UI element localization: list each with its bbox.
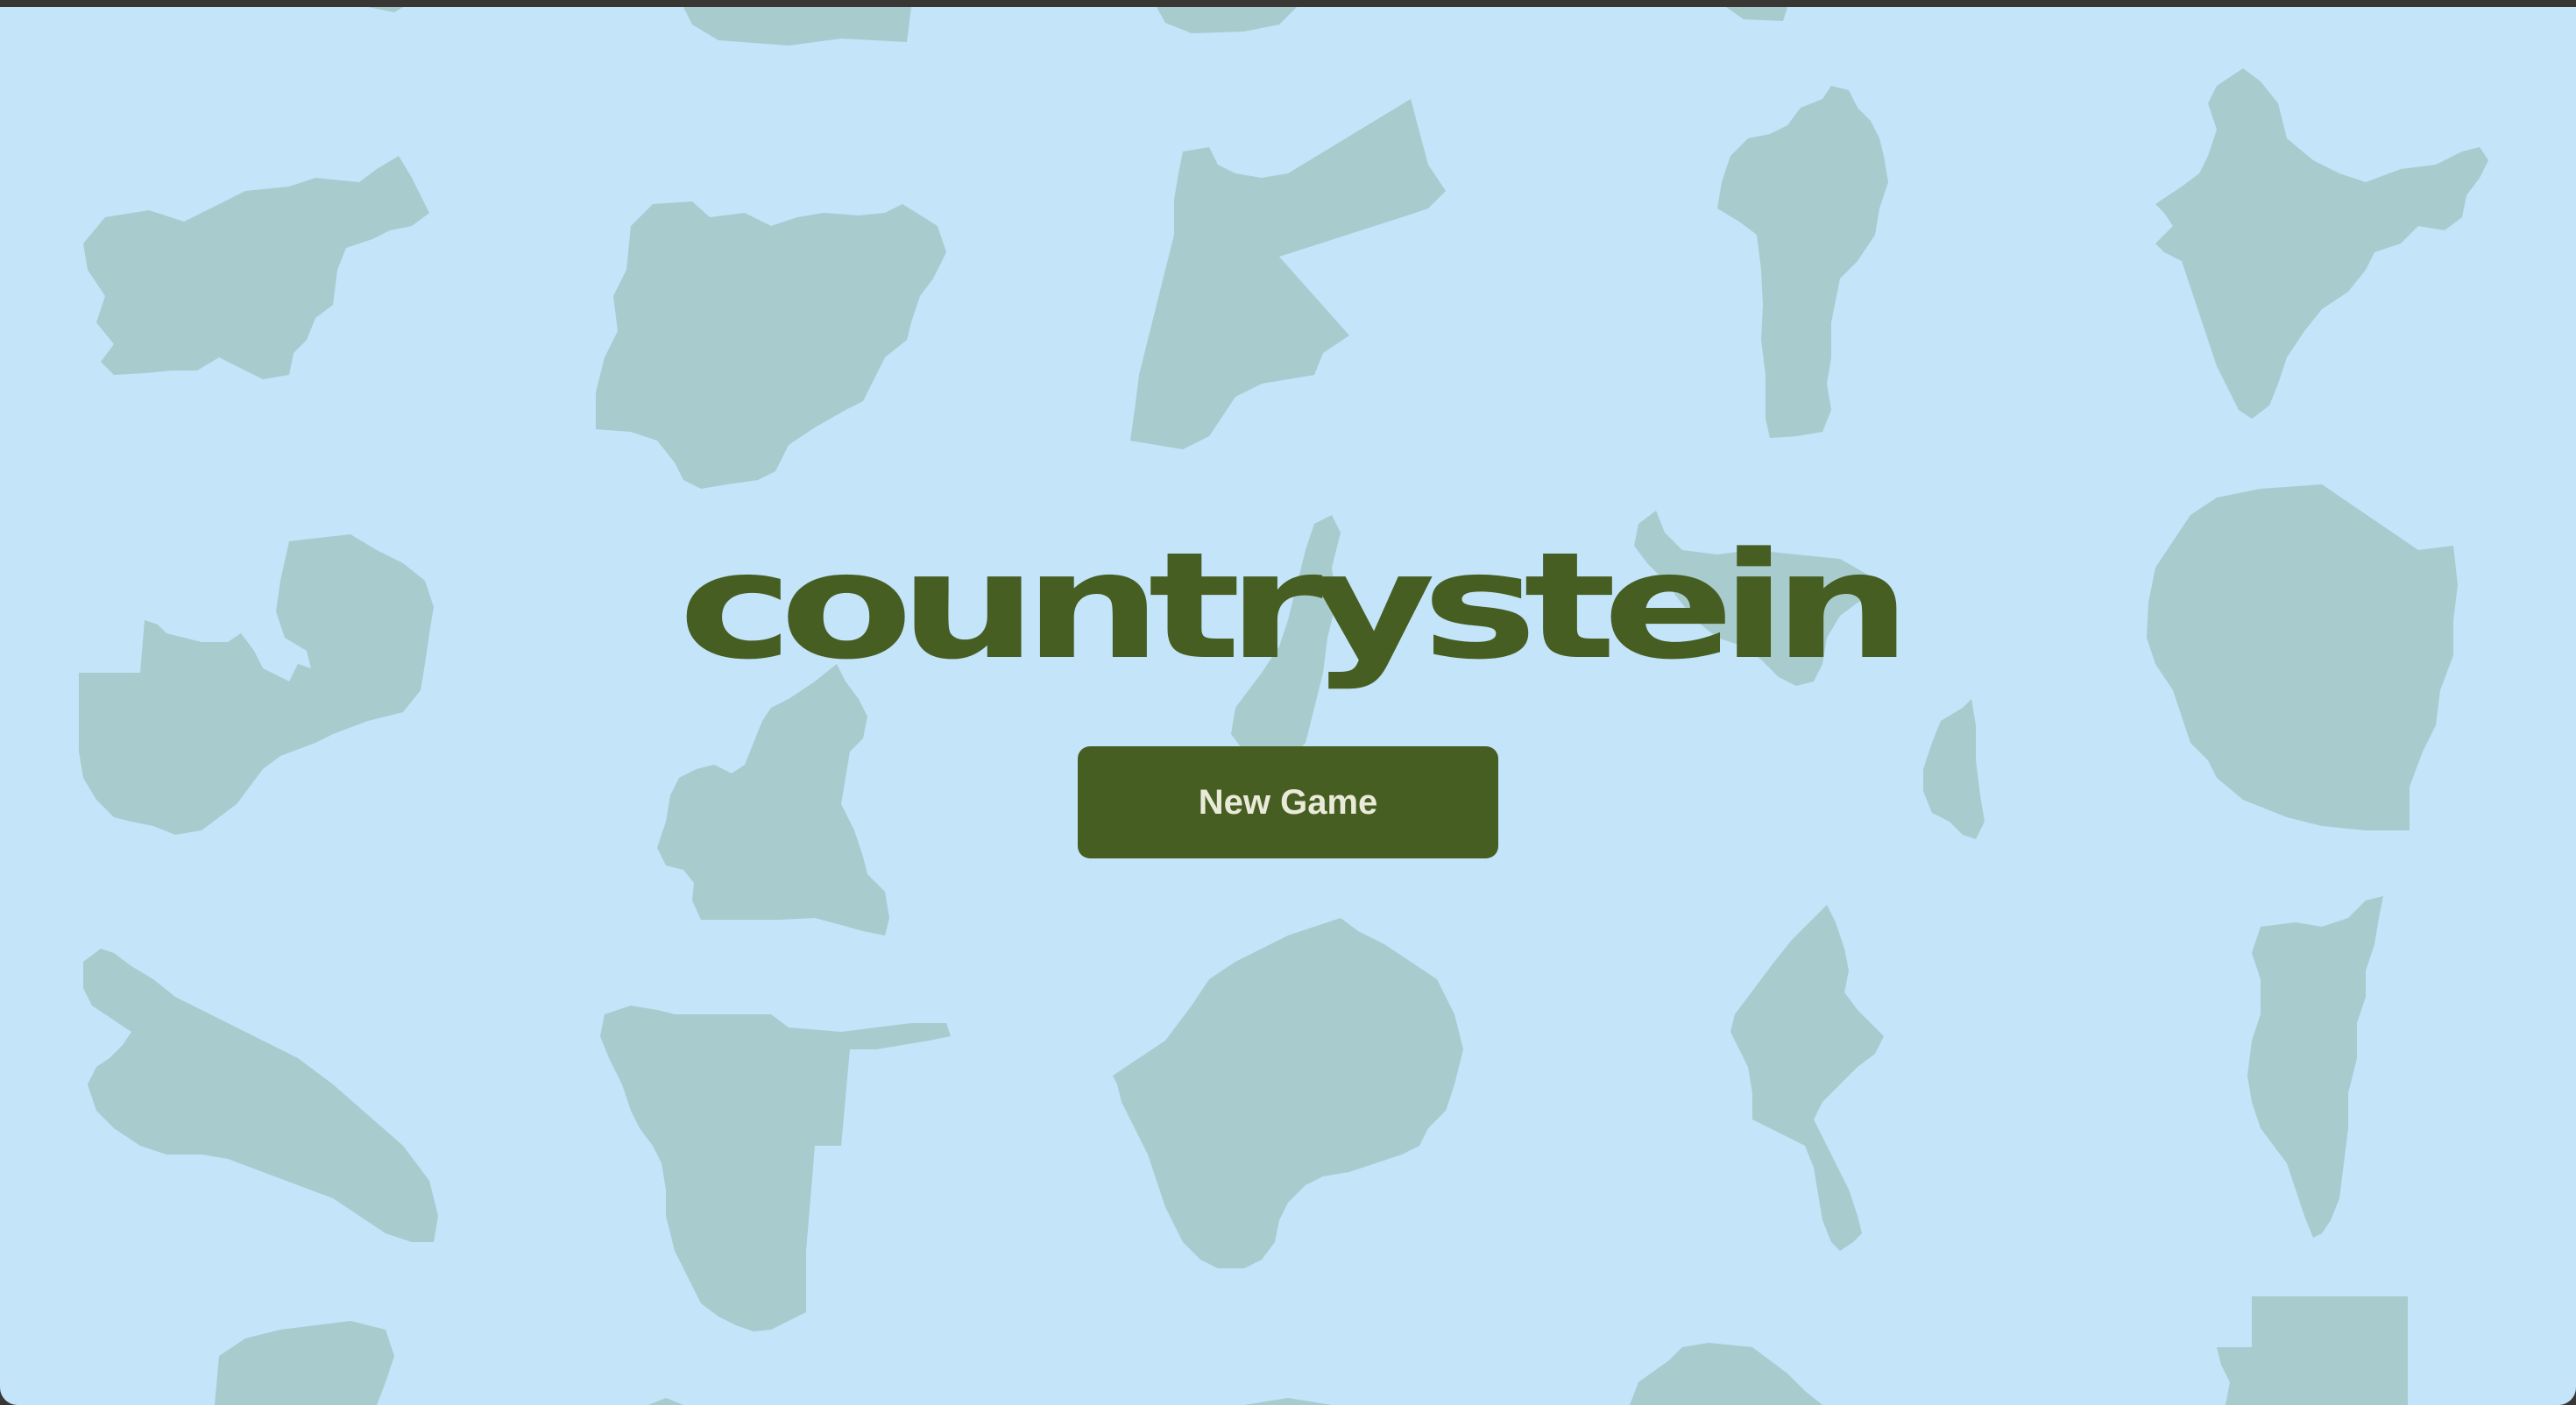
country-silhouette-benin <box>1717 86 1888 438</box>
game-title: countrystein <box>678 520 1912 692</box>
country-silhouette-top-4 <box>368 7 403 12</box>
game-window: countrystein New Game <box>0 7 2576 1405</box>
country-silhouette-top-3 <box>1726 7 1787 21</box>
country-silhouette-bottom-1 <box>215 1321 394 1405</box>
country-silhouette-bottom-3 <box>1244 1398 1332 1405</box>
country-silhouette-india <box>2155 68 2488 419</box>
country-silhouette-top-2 <box>1157 7 1297 33</box>
country-silhouette-bottom-2 <box>648 1398 683 1405</box>
country-silhouette-cameroon <box>657 664 889 935</box>
country-silhouette-myanmar <box>1730 905 1884 1251</box>
country-silhouette-small-island <box>1923 699 1985 839</box>
country-silhouette-bottom-5 <box>2217 1296 2408 1405</box>
country-silhouette-namibia <box>600 1006 951 1331</box>
country-silhouettes-background <box>79 7 2488 1405</box>
country-silhouette-lesotho <box>1113 918 1463 1268</box>
country-silhouette-eritrea-vertical <box>2247 896 2383 1238</box>
country-silhouette-bahamas <box>83 949 438 1242</box>
country-silhouette-bottom-4 <box>1630 1343 1822 1405</box>
new-game-button[interactable]: New Game <box>1078 746 1498 858</box>
country-silhouette-jordan <box>1130 99 1446 449</box>
country-silhouette-top-1 <box>683 7 911 46</box>
country-silhouette-slovenia <box>83 156 429 379</box>
country-silhouette-nigeria <box>596 201 946 489</box>
